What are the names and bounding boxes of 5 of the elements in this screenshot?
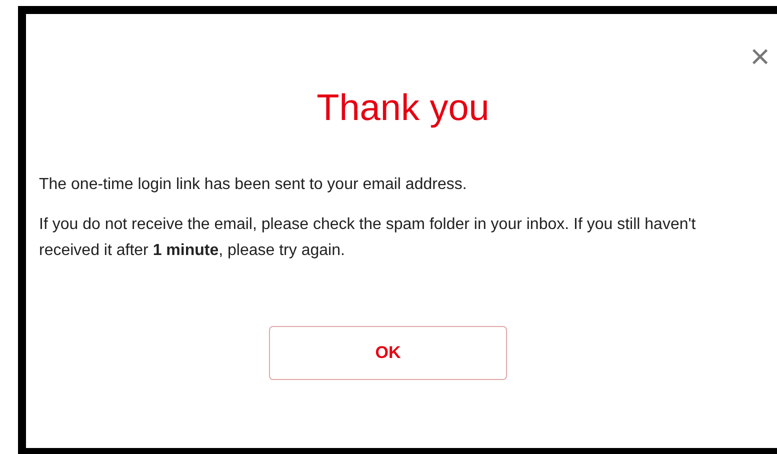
dialog-title: Thank you xyxy=(316,86,490,130)
ok-button[interactable]: OK xyxy=(269,326,507,380)
close-button[interactable]: × xyxy=(750,40,770,74)
message-text: The one-time login link has been sent to your email address. xyxy=(39,175,468,195)
message-text: If you do not receive the email, please check the spam folder in your inbox. If you still haven't received it after 1 minute, please try again. xyxy=(39,215,697,261)
